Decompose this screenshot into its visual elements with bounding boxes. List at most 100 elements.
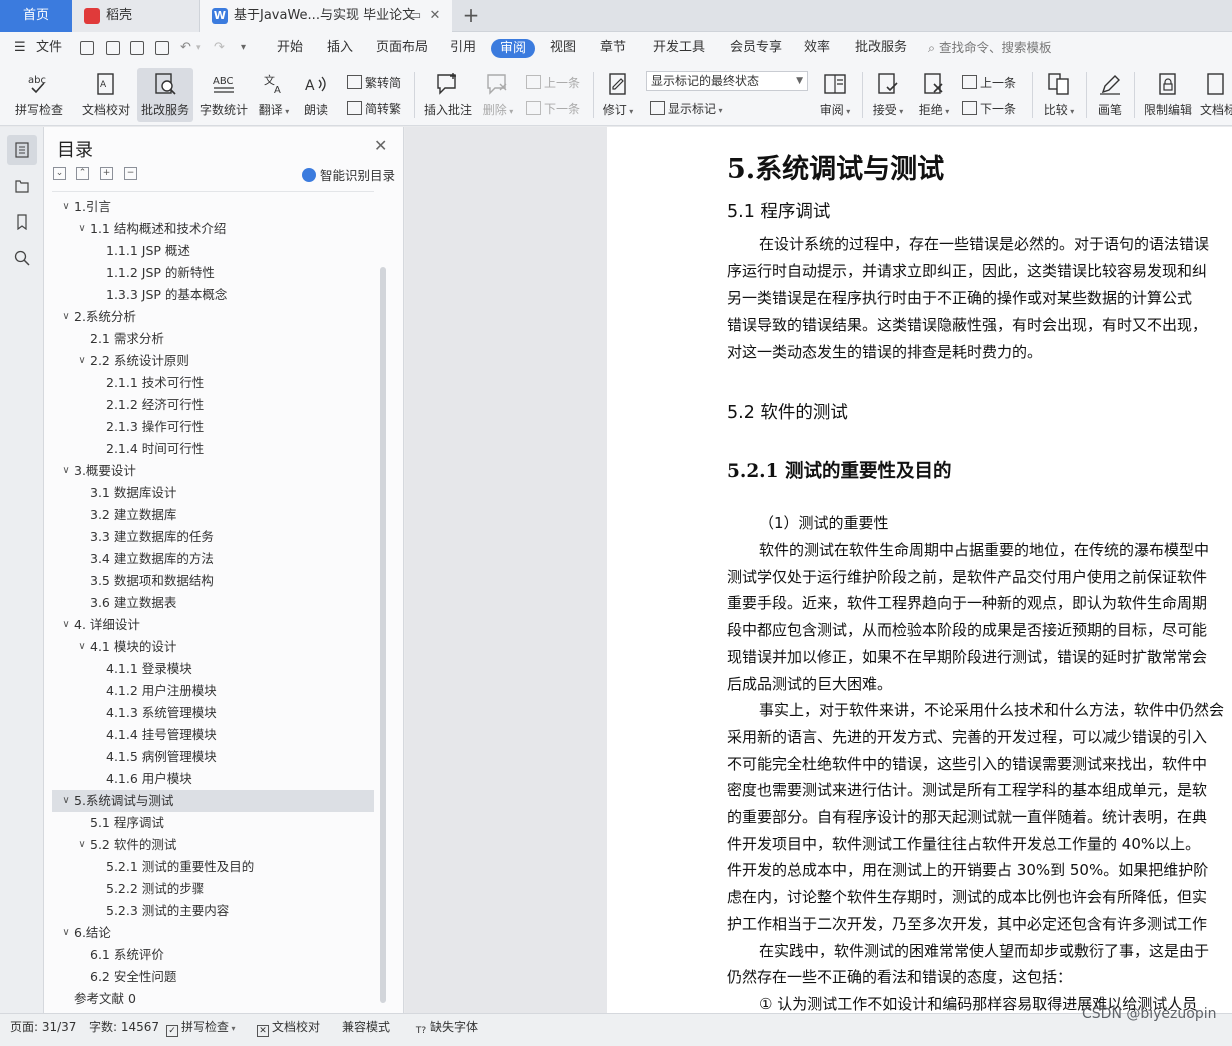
menu-insert[interactable]: 插入 xyxy=(327,32,353,64)
chevron-down-icon[interactable]: ∨ xyxy=(76,350,88,372)
toc-item[interactable]: 3.4 建立数据库的方法 xyxy=(52,548,374,570)
chevron-down-icon[interactable]: ∨ xyxy=(60,306,72,328)
bookmark-nav-button[interactable] xyxy=(7,207,37,237)
print-icon[interactable] xyxy=(130,41,144,55)
word-count-button[interactable]: ABC 字数统计 xyxy=(198,68,250,122)
tab-close-icon[interactable]: ✕ xyxy=(426,0,444,32)
menu-membership[interactable]: 会员专享 xyxy=(730,32,782,64)
toc-item[interactable]: 2.1.4 时间可行性 xyxy=(52,438,374,460)
prev-comment-button[interactable]: 上一条 xyxy=(526,73,580,93)
simp-to-trad-button[interactable]: 简转繁 xyxy=(347,99,401,119)
prev-change-button[interactable]: 上一条 xyxy=(962,73,1016,93)
delete-comment-button[interactable]: 删除 ▾ xyxy=(480,68,516,122)
chevron-down-icon[interactable]: ∨ xyxy=(76,218,88,240)
menu-developer[interactable]: 开发工具 xyxy=(653,32,705,64)
chevron-down-icon[interactable]: ∨ xyxy=(60,922,72,944)
command-search[interactable]: ⌕ 查找命令、搜索模板 xyxy=(928,32,1052,64)
translate-button[interactable]: 文A 翻译 ▾ xyxy=(256,68,292,122)
export-pdf-icon[interactable] xyxy=(106,41,120,55)
toc-item[interactable]: 5.2.3 测试的主要内容 xyxy=(52,900,374,922)
menu-efficiency[interactable]: 效率 xyxy=(804,32,830,64)
doc-proof-button[interactable]: A 文档校对 xyxy=(78,68,134,122)
toc-item[interactable]: ∨ 2.2 系统设计原则 xyxy=(52,350,374,372)
toc-item[interactable]: 4.1.6 用户模块 xyxy=(52,768,374,790)
menu-view[interactable]: 视图 xyxy=(550,32,576,64)
save-icon[interactable] xyxy=(80,41,94,55)
toc-scrollbar[interactable] xyxy=(380,267,386,1003)
missing-font-button[interactable]: T? 缺失字体 xyxy=(415,1014,478,1041)
toc-item[interactable]: 3.1 数据库设计 xyxy=(52,482,374,504)
redo-icon[interactable]: ↷ xyxy=(214,32,225,64)
document-page[interactable]: 5.系统调试与测试 5.1 程序调试 在设计系统的过程中，存在一些错误是必然的。… xyxy=(607,127,1232,1013)
print-preview-icon[interactable] xyxy=(155,41,169,55)
document-permission-button[interactable]: 文档标 xyxy=(1200,68,1232,122)
new-tab-button[interactable]: + xyxy=(460,0,482,32)
toc-item[interactable]: ∨ 6.结论 xyxy=(52,922,374,944)
toc-item[interactable]: 3.5 数据项和数据结构 xyxy=(52,570,374,592)
toc-item[interactable]: 2.1.2 经济可行性 xyxy=(52,394,374,416)
toc-item[interactable]: 参考文献 0 xyxy=(52,988,374,1010)
undo-icon[interactable]: ↶ xyxy=(180,32,191,64)
toc-item[interactable]: ∨ 1.引言 xyxy=(52,196,374,218)
track-changes-button[interactable]: 修订 ▾ xyxy=(598,68,638,122)
toc-item[interactable]: ∨ 5.系统调试与测试 xyxy=(52,790,374,812)
toc-item[interactable]: 2.1 需求分析 xyxy=(52,328,374,350)
chevron-down-icon[interactable]: ∨ xyxy=(60,790,72,812)
toc-item[interactable]: ∨ 2.系统分析 xyxy=(52,306,374,328)
menu-file[interactable]: 文件 xyxy=(36,32,62,64)
word-count-indicator[interactable]: 字数: 14567 xyxy=(89,1014,159,1041)
undo-dropdown-icon[interactable]: ▾ xyxy=(196,32,201,64)
reject-button[interactable]: 拒绝 ▾ xyxy=(914,68,954,122)
ink-button[interactable]: 画笔 xyxy=(1092,68,1128,122)
toc-item[interactable]: ∨ 3.概要设计 xyxy=(52,460,374,482)
chevron-down-icon[interactable]: ∨ xyxy=(60,614,72,636)
toc-item[interactable]: 6.1 系统评价 xyxy=(52,944,374,966)
hamburger-icon[interactable]: ☰ xyxy=(14,32,26,64)
read-aloud-button[interactable]: A 朗读 xyxy=(298,68,334,122)
toc-item[interactable]: 4.1.4 挂号管理模块 xyxy=(52,724,374,746)
screen-icon[interactable]: ▭ xyxy=(406,0,424,32)
find-nav-button[interactable] xyxy=(7,243,37,273)
toc-item[interactable]: 4.1.3 系统管理模块 xyxy=(52,702,374,724)
menu-review-service[interactable]: 批改服务 xyxy=(855,32,907,64)
tab-home[interactable]: 首页 xyxy=(0,0,72,32)
toc-item[interactable]: 2.1.1 技术可行性 xyxy=(52,372,374,394)
menu-references[interactable]: 引用 xyxy=(450,32,476,64)
toc-item[interactable]: 4.1.5 病例管理模块 xyxy=(52,746,374,768)
insert-comment-button[interactable]: 插入批注 xyxy=(420,68,476,122)
next-change-button[interactable]: 下一条 xyxy=(962,99,1016,119)
tab-document[interactable]: W 基于JavaWe...与实现 毕业论文 ▭ ✕ xyxy=(200,0,452,32)
toc-item[interactable]: ∨ 4.1 模块的设计 xyxy=(52,636,374,658)
menu-chapter[interactable]: 章节 xyxy=(600,32,626,64)
toc-item[interactable]: ∨ 4. 详细设计 xyxy=(52,614,374,636)
toc-nav-button[interactable] xyxy=(7,135,37,165)
collapse-all-icon[interactable]: ⌄ xyxy=(53,167,66,180)
toc-item[interactable]: ∨ 5.2 软件的测试 xyxy=(52,834,374,856)
toc-item[interactable]: ∨ 1.1 结构概述和技术介绍 xyxy=(52,218,374,240)
toc-item[interactable]: 1.3.3 JSP 的基本概念 xyxy=(52,284,374,306)
chevron-down-icon[interactable]: ∨ xyxy=(60,196,72,218)
chevron-down-icon[interactable]: ∨ xyxy=(76,636,88,658)
toc-item[interactable]: 2.1.3 操作可行性 xyxy=(52,416,374,438)
review-service-button[interactable]: 批改服务 xyxy=(137,68,193,122)
toc-item[interactable]: 1.1.1 JSP 概述 xyxy=(52,240,374,262)
menu-review[interactable]: 审阅 xyxy=(491,39,536,58)
toc-item[interactable]: 4.1.1 登录模块 xyxy=(52,658,374,680)
trad-to-simp-button[interactable]: 繁转简 xyxy=(347,73,401,93)
toc-item[interactable]: 3.6 建立数据表 xyxy=(52,592,374,614)
chevron-down-icon[interactable]: ∨ xyxy=(60,460,72,482)
toc-item[interactable]: 3.3 建立数据库的任务 xyxy=(52,526,374,548)
add-heading-icon[interactable]: + xyxy=(100,167,113,180)
expand-all-icon[interactable]: ⌃ xyxy=(76,167,89,180)
menu-start[interactable]: 开始 xyxy=(277,32,303,64)
toc-item[interactable]: 1.1.2 JSP 的新特性 xyxy=(52,262,374,284)
toc-item[interactable]: 3.2 建立数据库 xyxy=(52,504,374,526)
compare-button[interactable]: 比较 ▾ xyxy=(1038,68,1080,122)
accept-button[interactable]: 接受 ▾ xyxy=(868,68,908,122)
toc-item[interactable]: 4.1.2 用户注册模块 xyxy=(52,680,374,702)
spellcheck-button[interactable]: abc 拼写检查 xyxy=(8,68,70,122)
remove-heading-icon[interactable]: − xyxy=(124,167,137,180)
review-pane-button[interactable]: 审阅 ▾ xyxy=(814,68,856,122)
status-spellcheck[interactable]: ✓ 拼写检查 ▾ xyxy=(166,1014,236,1041)
toc-item[interactable]: 5.2.2 测试的步骤 xyxy=(52,878,374,900)
